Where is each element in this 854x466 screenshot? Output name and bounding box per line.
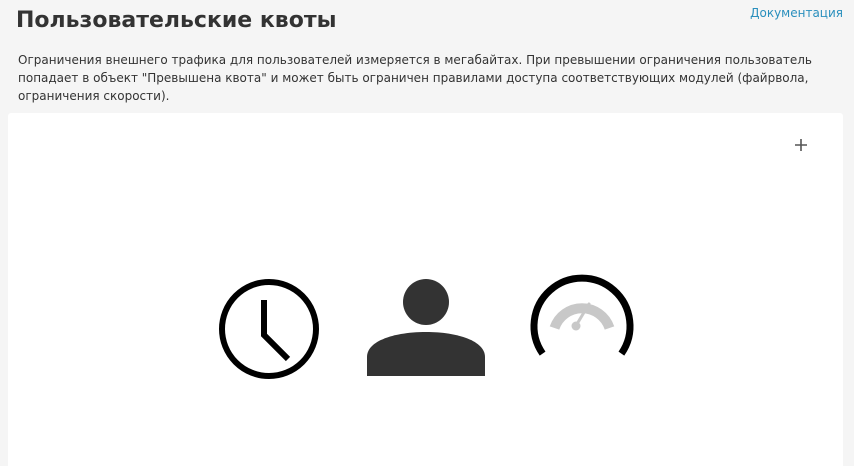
user-icon <box>367 279 485 376</box>
page-description: Ограничения внешнего трафика для пользов… <box>18 53 812 103</box>
page-title: Пользовательские квоты <box>16 8 337 33</box>
plus-icon <box>795 139 807 151</box>
clock-icon <box>219 279 319 379</box>
quotas-page: Пользовательские квоты Документация Огра… <box>0 0 854 466</box>
documentation-link[interactable]: Документация <box>750 6 843 20</box>
speedometer-icon <box>530 274 634 356</box>
add-quota-button[interactable] <box>789 133 813 157</box>
empty-state-illustration <box>8 113 843 466</box>
quotas-panel <box>8 113 843 466</box>
